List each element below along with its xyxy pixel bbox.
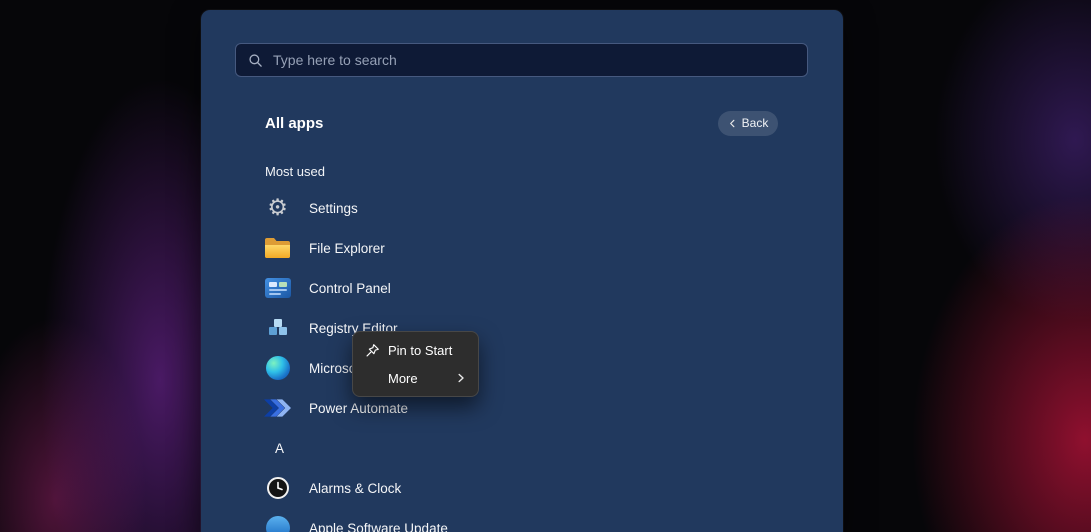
app-list: ⚙ Settings File Explorer Control Panel R… [264,188,843,532]
gear-icon: ⚙ [267,194,288,221]
most-used-label: Most used [265,164,325,179]
app-row-registry-editor[interactable]: Registry Editor [264,308,843,348]
app-row-apple-software-update[interactable]: Apple Software Update [264,508,843,532]
apps-header: All apps Back [265,110,778,136]
clock-icon [264,475,291,501]
apple-update-icon [264,515,291,532]
app-label: Apple Software Update [309,520,448,532]
app-label: File Explorer [309,240,385,256]
app-row-settings[interactable]: ⚙ Settings [264,188,843,228]
chevron-left-icon [728,119,737,128]
app-row-alarms-clock[interactable]: Alarms & Clock [264,468,843,508]
app-row-control-panel[interactable]: Control Panel [264,268,843,308]
menu-item-label: Pin to Start [388,342,453,358]
app-row-file-explorer[interactable]: File Explorer [264,228,843,268]
registry-editor-icon [264,315,291,341]
control-panel-icon [264,275,291,301]
all-apps-title: All apps [265,114,324,132]
letter-header-label: A [275,440,285,456]
app-label: Settings [309,200,358,216]
app-row-microsoft-edge[interactable]: Microsoft Edge [264,348,843,388]
back-button[interactable]: Back [718,110,778,136]
app-row-power-automate[interactable]: Power Automate [264,388,843,428]
folder-icon [264,235,291,261]
app-label: Control Panel [309,280,391,296]
search-icon [248,53,263,68]
menu-item-label: More [388,370,418,386]
back-label: Back [741,116,769,130]
pin-icon [365,343,380,358]
app-label: Power Automate [309,400,409,416]
search-box[interactable] [235,43,808,77]
context-menu: Pin to Start More [352,331,479,397]
chevron-right-icon [456,373,466,383]
search-input[interactable] [273,52,795,68]
menu-item-pin-to-start[interactable]: Pin to Start [357,336,474,364]
letter-header-a[interactable]: A [264,428,843,468]
start-menu-panel: All apps Back Most used ⚙ Settings [201,10,843,532]
edge-icon [264,355,291,381]
menu-item-more[interactable]: More [357,364,474,392]
app-label: Alarms & Clock [309,480,402,496]
power-automate-icon [264,395,291,421]
